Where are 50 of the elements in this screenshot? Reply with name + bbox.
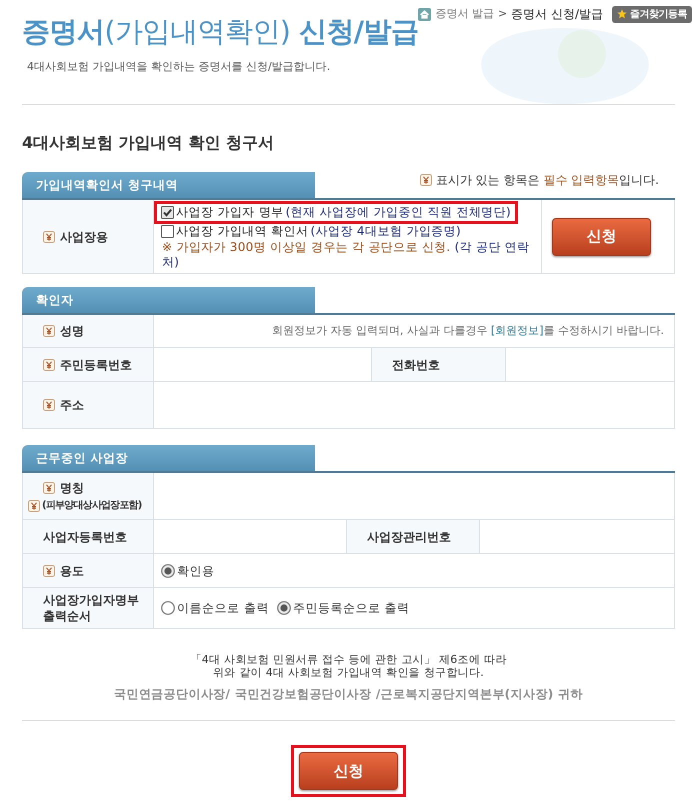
field-sublabel: (피부양대상사업장포함) [42,499,142,512]
radio-icon[interactable] [161,601,175,615]
field-label: 주소 [60,397,84,413]
page-title: 증명서(가입내역확인) 신청/발급 [22,14,418,50]
addressee-text: 국민연금공단이사장/ 국민건강보험공단이사장 /근로복지공단지역본부(지사장) 귀하 [114,686,584,702]
section-header: 가입내역확인서 청구내역 [22,172,315,198]
checkbox-icon[interactable] [161,225,174,238]
home-icon[interactable] [418,8,432,20]
yen-sign-icon [420,174,432,186]
breadcrumb-link[interactable]: 증명서 신청/발급 [511,5,604,23]
submit-button[interactable]: 신청 [299,752,398,790]
required-note: 표시가 있는 항목은 필수 입력항목입니다. [436,173,659,187]
breadcrumb-separator: > [498,6,508,22]
form-title: 4대사회보험 가입내역 확인 청구서 [22,133,275,153]
checkbox-option[interactable]: 사업장 가입내역 확인서 (사업장 4대보험 가입증명) [161,224,462,239]
field-label: 사업장용 [60,228,108,244]
member-info-link[interactable]: [회원정보] [490,324,544,337]
radio-option[interactable]: 이름순으로 출력 [161,599,269,617]
field-label: 명칭 [60,480,84,496]
legal-text: 위와 같이 4대 사회보험 가입내역 확인을 청구합니다. [212,666,484,679]
checkbox-option[interactable]: 사업장 가입자 명부 (현재 사업장에 가입중인 직원 전체명단) [161,205,512,220]
radio-icon[interactable] [276,601,291,615]
yen-sign-icon [28,500,40,512]
field-label: 사업자등록번호 [43,528,127,544]
star-icon [617,9,628,19]
legal-text: 「4대 사회보험 민원서류 접수 등에 관한 고시」 제6조에 따라 [190,653,507,666]
field-label: 용도 [60,562,84,578]
breadcrumb-link[interactable]: 증명서 발급 [435,6,494,22]
yen-sign-icon [43,230,55,242]
radio-option[interactable]: 확인용 [161,562,214,580]
notice-text: ※ 가입자가 300명 이상일 경우는 각 공단으로 신청. (각 공단 연락처) [161,240,530,270]
field-label: 주민등록번호 [60,356,132,372]
info-note: 회원정보가 자동 입력되며, 사실과 다를경우 [회원정보]를 수정하시기 바랍니다. [272,324,664,338]
radio-option[interactable]: 주민등록순으로 출력 [276,599,410,617]
yen-sign-icon [43,358,55,370]
submit-button[interactable]: 신청 [552,218,651,256]
yen-sign-icon [43,482,55,494]
page-subtitle: 4대사회보험 가입내역을 확인하는 증명서를 신청/발급합니다. [26,60,332,74]
radio-icon[interactable] [161,564,175,578]
field-label: 성명 [60,323,84,339]
yen-sign-icon [43,325,55,337]
yen-sign-icon [43,399,55,411]
field-label: 전화번호 [392,356,440,372]
field-label: 사업장관리번호 [367,528,451,544]
yen-sign-icon [43,564,55,576]
checkbox-icon[interactable] [161,206,174,219]
section-header: 확인자 [22,287,315,313]
section-header: 근무중인 사업장 [22,445,315,471]
favorite-button[interactable]: 즐겨찾기등록 [612,6,692,22]
field-label: 사업장가입자명부 출력순서 [43,592,140,624]
